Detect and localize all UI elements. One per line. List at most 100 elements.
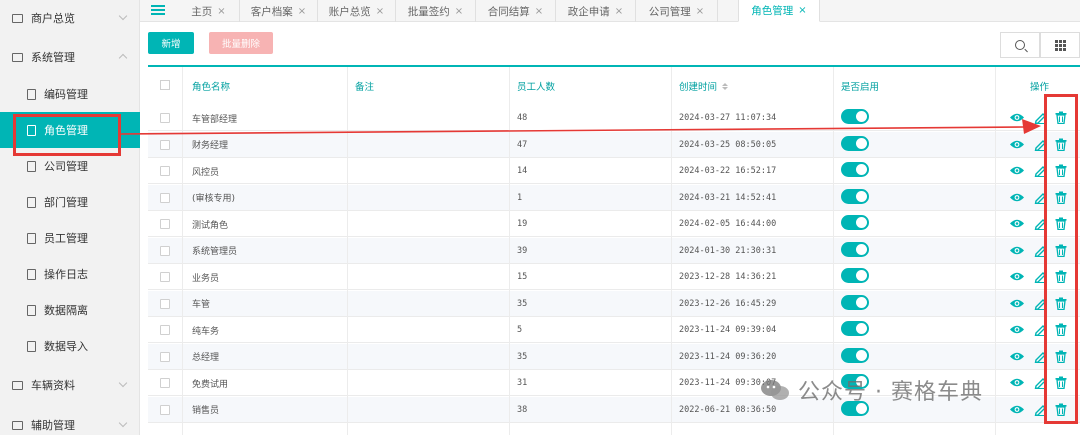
sidebar-item-department-management[interactable]: 部门管理 <box>0 184 140 220</box>
employee-count-cell: 14 <box>517 166 528 176</box>
close-icon[interactable]: × <box>455 6 463 17</box>
row-checkbox[interactable] <box>160 298 170 309</box>
enabled-toggle[interactable] <box>841 268 869 283</box>
sidebar-item-label: 辅助管理 <box>31 419 75 432</box>
table-row: 业务员 15 2023-12-28 14:36:21 <box>148 264 1080 290</box>
header-remark: 备注 <box>355 82 375 93</box>
tab-home[interactable]: 主页 × <box>178 0 240 22</box>
tab-role-management[interactable]: 角色管理 × <box>738 0 820 22</box>
role-name-cell: 总经理 <box>192 353 220 363</box>
document-icon <box>27 340 36 352</box>
enabled-toggle[interactable] <box>841 188 869 204</box>
column-settings-button[interactable] <box>1040 32 1080 58</box>
close-icon[interactable]: × <box>798 5 806 16</box>
sidebar-group-auxiliary[interactable]: 辅助管理 <box>0 407 140 435</box>
role-name-cell: 业务员 <box>192 273 220 284</box>
created-time-cell: 2024-03-21 14:52:41 <box>679 192 777 203</box>
menu-toggle-icon[interactable] <box>151 5 165 16</box>
view-icon[interactable] <box>1009 163 1025 178</box>
enabled-toggle[interactable] <box>841 241 869 257</box>
sidebar-group-vehicle-data[interactable]: 车辆资料 <box>0 367 140 403</box>
sidebar-item-employee-management[interactable]: 员工管理 <box>0 220 140 256</box>
sidebar-item-operation-log[interactable]: 操作日志 <box>0 256 140 292</box>
tab-bar: 主页 × 客户档案 × 账户总览 × 批量签约 × 合同结算 × 政企申请 × 公司管理 × … <box>140 0 1080 22</box>
select-all-checkbox[interactable] <box>160 80 170 90</box>
row-checkbox[interactable] <box>160 272 170 282</box>
view-icon[interactable] <box>1009 190 1025 205</box>
close-icon[interactable]: × <box>535 6 543 17</box>
row-checkbox[interactable] <box>160 139 170 150</box>
employee-count-cell: 38 <box>517 404 528 415</box>
created-time-cell: 2024-01-30 21:30:31 <box>679 245 777 256</box>
sidebar-item-code-management[interactable]: 编码管理 <box>0 76 140 112</box>
close-icon[interactable]: × <box>376 6 384 17</box>
created-time-cell: 2024-03-22 16:52:17 <box>679 166 777 176</box>
view-icon[interactable] <box>1009 402 1025 417</box>
add-button[interactable]: 新增 <box>148 32 194 54</box>
row-checkbox[interactable] <box>160 404 170 415</box>
created-time-cell: 2023-11-24 09:39:04 <box>679 325 777 335</box>
view-icon[interactable] <box>1009 216 1025 231</box>
search-icon <box>1015 40 1025 50</box>
tab-label: 主页 <box>191 5 213 18</box>
table-row: 系统管理员 39 2024-01-30 21:30:31 <box>148 237 1080 264</box>
role-name-cell: 纯车务 <box>192 326 220 337</box>
enabled-toggle[interactable] <box>841 321 869 336</box>
sidebar-group-merchant-overview[interactable]: 商户总览 <box>0 0 140 36</box>
tab-enterprise-application[interactable]: 政企申请 × <box>556 0 636 22</box>
row-checkbox[interactable] <box>160 378 170 388</box>
row-checkbox[interactable] <box>160 192 170 203</box>
view-icon[interactable] <box>1009 349 1025 364</box>
close-icon[interactable]: × <box>696 6 704 17</box>
tab-company-management[interactable]: 公司管理 × <box>636 0 718 22</box>
sidebar-item-data-import[interactable]: 数据导入 <box>0 328 140 364</box>
sidebar-item-data-isolation[interactable]: 数据隔离 <box>0 292 140 328</box>
row-checkbox[interactable] <box>160 351 170 362</box>
view-icon[interactable] <box>1009 243 1025 258</box>
tab-batch-signing[interactable]: 批量签约 × <box>396 0 476 22</box>
enabled-toggle[interactable] <box>841 347 869 363</box>
row-checkbox[interactable] <box>160 325 170 335</box>
chevron-up-icon <box>118 53 128 63</box>
chevron-down-icon <box>118 378 128 388</box>
role-name-cell: 系统管理员 <box>192 247 238 257</box>
role-name-cell: 测试角色 <box>192 220 229 231</box>
enabled-toggle[interactable] <box>841 162 869 177</box>
search-button[interactable] <box>1000 32 1040 58</box>
sidebar-item-label: 公司管理 <box>44 160 88 173</box>
enabled-toggle[interactable] <box>841 215 869 230</box>
document-icon <box>27 232 36 244</box>
header-created-time[interactable]: 创建时间 <box>679 67 729 105</box>
batch-delete-button[interactable]: 批量删除 <box>209 32 273 54</box>
view-icon[interactable] <box>1009 296 1025 311</box>
folder-icon <box>12 380 23 390</box>
tab-customer-files[interactable]: 客户档案 × <box>240 0 318 22</box>
table-row: 总经理 35 2023-11-24 09:36:20 <box>148 343 1080 370</box>
tab-contract-settlement[interactable]: 合同结算 × <box>476 0 556 22</box>
close-icon[interactable]: × <box>615 6 623 17</box>
grid-icon <box>1054 39 1066 51</box>
tab-account-overview[interactable]: 账户总览 × <box>318 0 396 22</box>
tab-label: 政企申请 <box>567 5 610 18</box>
close-icon[interactable]: × <box>298 6 306 17</box>
view-icon[interactable] <box>1009 375 1025 390</box>
row-checkbox[interactable] <box>160 166 170 176</box>
annotation-arrow <box>119 119 1041 135</box>
sidebar-group-system-management[interactable]: 系统管理 <box>0 39 140 75</box>
row-checkbox[interactable] <box>160 245 170 256</box>
table-row: 车管 35 2023-12-26 16:45:29 <box>148 290 1080 317</box>
sort-icon[interactable] <box>722 82 729 90</box>
view-icon[interactable] <box>1009 137 1025 152</box>
view-icon[interactable] <box>1009 269 1025 284</box>
sidebar: 商户总览 系统管理 编码管理 角色管理 公司管理 部门管理 员工管理 操作日志 … <box>0 0 140 435</box>
close-icon[interactable]: × <box>217 6 225 17</box>
row-checkbox[interactable] <box>160 219 170 229</box>
role-name-cell: (审核专用) <box>192 194 236 204</box>
document-icon <box>27 304 36 316</box>
tab-label: 批量签约 <box>407 5 450 18</box>
folder-icon <box>12 420 23 430</box>
enabled-toggle[interactable] <box>841 294 869 310</box>
view-icon[interactable] <box>1009 322 1025 337</box>
watermark-text: 公众号 · 赛格车典 <box>798 380 983 405</box>
tab-label: 角色管理 <box>751 5 794 17</box>
